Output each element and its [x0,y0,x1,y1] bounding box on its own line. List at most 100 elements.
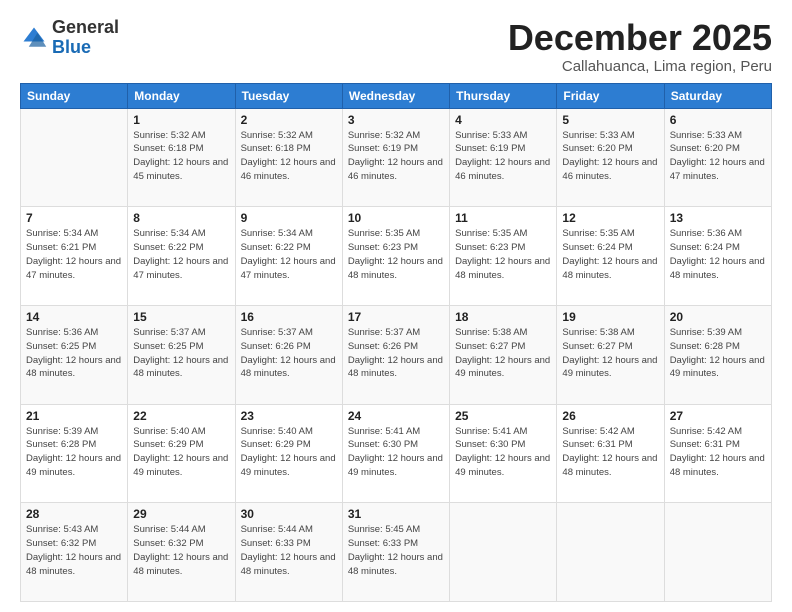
day-number: 23 [241,409,337,423]
table-row: 4 Sunrise: 5:33 AMSunset: 6:19 PMDayligh… [450,108,557,207]
col-tuesday: Tuesday [235,83,342,108]
day-info: Sunrise: 5:35 AMSunset: 6:24 PMDaylight:… [562,228,657,280]
table-row: 17 Sunrise: 5:37 AMSunset: 6:26 PMDaylig… [342,305,449,404]
day-info: Sunrise: 5:33 AMSunset: 6:20 PMDaylight:… [670,130,765,182]
day-info: Sunrise: 5:40 AMSunset: 6:29 PMDaylight:… [133,426,228,478]
day-info: Sunrise: 5:36 AMSunset: 6:24 PMDaylight:… [670,228,765,280]
day-info: Sunrise: 5:42 AMSunset: 6:31 PMDaylight:… [670,426,765,478]
table-row: 8 Sunrise: 5:34 AMSunset: 6:22 PMDayligh… [128,207,235,306]
day-number: 13 [670,211,766,225]
day-info: Sunrise: 5:37 AMSunset: 6:26 PMDaylight:… [348,327,443,379]
day-number: 14 [26,310,122,324]
table-row [21,108,128,207]
day-info: Sunrise: 5:41 AMSunset: 6:30 PMDaylight:… [455,426,550,478]
title-section: December 2025 Callahuanca, Lima region, … [508,18,772,75]
day-number: 10 [348,211,444,225]
day-number: 17 [348,310,444,324]
table-row: 29 Sunrise: 5:44 AMSunset: 6:32 PMDaylig… [128,503,235,602]
calendar-week-5: 28 Sunrise: 5:43 AMSunset: 6:32 PMDaylig… [21,503,772,602]
calendar-week-4: 21 Sunrise: 5:39 AMSunset: 6:28 PMDaylig… [21,404,772,503]
col-sunday: Sunday [21,83,128,108]
table-row: 27 Sunrise: 5:42 AMSunset: 6:31 PMDaylig… [664,404,771,503]
day-number: 18 [455,310,551,324]
day-number: 27 [670,409,766,423]
day-info: Sunrise: 5:38 AMSunset: 6:27 PMDaylight:… [562,327,657,379]
day-info: Sunrise: 5:38 AMSunset: 6:27 PMDaylight:… [455,327,550,379]
table-row: 3 Sunrise: 5:32 AMSunset: 6:19 PMDayligh… [342,108,449,207]
table-row: 26 Sunrise: 5:42 AMSunset: 6:31 PMDaylig… [557,404,664,503]
day-number: 9 [241,211,337,225]
day-number: 31 [348,507,444,521]
table-row: 18 Sunrise: 5:38 AMSunset: 6:27 PMDaylig… [450,305,557,404]
day-number: 7 [26,211,122,225]
table-row: 31 Sunrise: 5:45 AMSunset: 6:33 PMDaylig… [342,503,449,602]
col-saturday: Saturday [664,83,771,108]
day-number: 11 [455,211,551,225]
table-row: 19 Sunrise: 5:38 AMSunset: 6:27 PMDaylig… [557,305,664,404]
table-row: 11 Sunrise: 5:35 AMSunset: 6:23 PMDaylig… [450,207,557,306]
day-info: Sunrise: 5:39 AMSunset: 6:28 PMDaylight:… [670,327,765,379]
calendar-table: Sunday Monday Tuesday Wednesday Thursday… [20,83,772,602]
table-row [557,503,664,602]
logo-general: General [52,18,119,38]
day-number: 6 [670,113,766,127]
logo-blue: Blue [52,38,119,58]
day-info: Sunrise: 5:35 AMSunset: 6:23 PMDaylight:… [348,228,443,280]
table-row: 24 Sunrise: 5:41 AMSunset: 6:30 PMDaylig… [342,404,449,503]
calendar-week-2: 7 Sunrise: 5:34 AMSunset: 6:21 PMDayligh… [21,207,772,306]
table-row: 13 Sunrise: 5:36 AMSunset: 6:24 PMDaylig… [664,207,771,306]
day-info: Sunrise: 5:37 AMSunset: 6:26 PMDaylight:… [241,327,336,379]
day-number: 21 [26,409,122,423]
day-number: 26 [562,409,658,423]
calendar-subtitle: Callahuanca, Lima region, Peru [508,58,772,75]
day-number: 16 [241,310,337,324]
table-row: 25 Sunrise: 5:41 AMSunset: 6:30 PMDaylig… [450,404,557,503]
day-number: 5 [562,113,658,127]
table-row [664,503,771,602]
day-info: Sunrise: 5:42 AMSunset: 6:31 PMDaylight:… [562,426,657,478]
table-row: 7 Sunrise: 5:34 AMSunset: 6:21 PMDayligh… [21,207,128,306]
col-friday: Friday [557,83,664,108]
day-info: Sunrise: 5:39 AMSunset: 6:28 PMDaylight:… [26,426,121,478]
day-info: Sunrise: 5:33 AMSunset: 6:20 PMDaylight:… [562,130,657,182]
table-row: 1 Sunrise: 5:32 AMSunset: 6:18 PMDayligh… [128,108,235,207]
calendar-week-3: 14 Sunrise: 5:36 AMSunset: 6:25 PMDaylig… [21,305,772,404]
page: General Blue December 2025 Callahuanca, … [0,0,792,612]
day-info: Sunrise: 5:32 AMSunset: 6:18 PMDaylight:… [133,130,228,182]
day-info: Sunrise: 5:32 AMSunset: 6:18 PMDaylight:… [241,130,336,182]
header-row: Sunday Monday Tuesday Wednesday Thursday… [21,83,772,108]
day-number: 8 [133,211,229,225]
day-info: Sunrise: 5:36 AMSunset: 6:25 PMDaylight:… [26,327,121,379]
calendar-title: December 2025 [508,18,772,58]
logo-icon [20,24,48,52]
table-row: 10 Sunrise: 5:35 AMSunset: 6:23 PMDaylig… [342,207,449,306]
day-info: Sunrise: 5:32 AMSunset: 6:19 PMDaylight:… [348,130,443,182]
day-info: Sunrise: 5:44 AMSunset: 6:33 PMDaylight:… [241,524,336,576]
table-row: 16 Sunrise: 5:37 AMSunset: 6:26 PMDaylig… [235,305,342,404]
day-info: Sunrise: 5:34 AMSunset: 6:22 PMDaylight:… [133,228,228,280]
day-info: Sunrise: 5:41 AMSunset: 6:30 PMDaylight:… [348,426,443,478]
day-number: 1 [133,113,229,127]
table-row: 14 Sunrise: 5:36 AMSunset: 6:25 PMDaylig… [21,305,128,404]
day-number: 24 [348,409,444,423]
day-number: 12 [562,211,658,225]
day-number: 22 [133,409,229,423]
day-number: 30 [241,507,337,521]
day-info: Sunrise: 5:35 AMSunset: 6:23 PMDaylight:… [455,228,550,280]
day-number: 4 [455,113,551,127]
day-info: Sunrise: 5:45 AMSunset: 6:33 PMDaylight:… [348,524,443,576]
day-number: 20 [670,310,766,324]
day-number: 29 [133,507,229,521]
table-row: 22 Sunrise: 5:40 AMSunset: 6:29 PMDaylig… [128,404,235,503]
day-info: Sunrise: 5:33 AMSunset: 6:19 PMDaylight:… [455,130,550,182]
day-info: Sunrise: 5:37 AMSunset: 6:25 PMDaylight:… [133,327,228,379]
table-row: 23 Sunrise: 5:40 AMSunset: 6:29 PMDaylig… [235,404,342,503]
logo-text: General Blue [52,18,119,58]
col-monday: Monday [128,83,235,108]
table-row: 12 Sunrise: 5:35 AMSunset: 6:24 PMDaylig… [557,207,664,306]
day-number: 19 [562,310,658,324]
table-row: 15 Sunrise: 5:37 AMSunset: 6:25 PMDaylig… [128,305,235,404]
day-info: Sunrise: 5:34 AMSunset: 6:21 PMDaylight:… [26,228,121,280]
day-number: 3 [348,113,444,127]
col-wednesday: Wednesday [342,83,449,108]
